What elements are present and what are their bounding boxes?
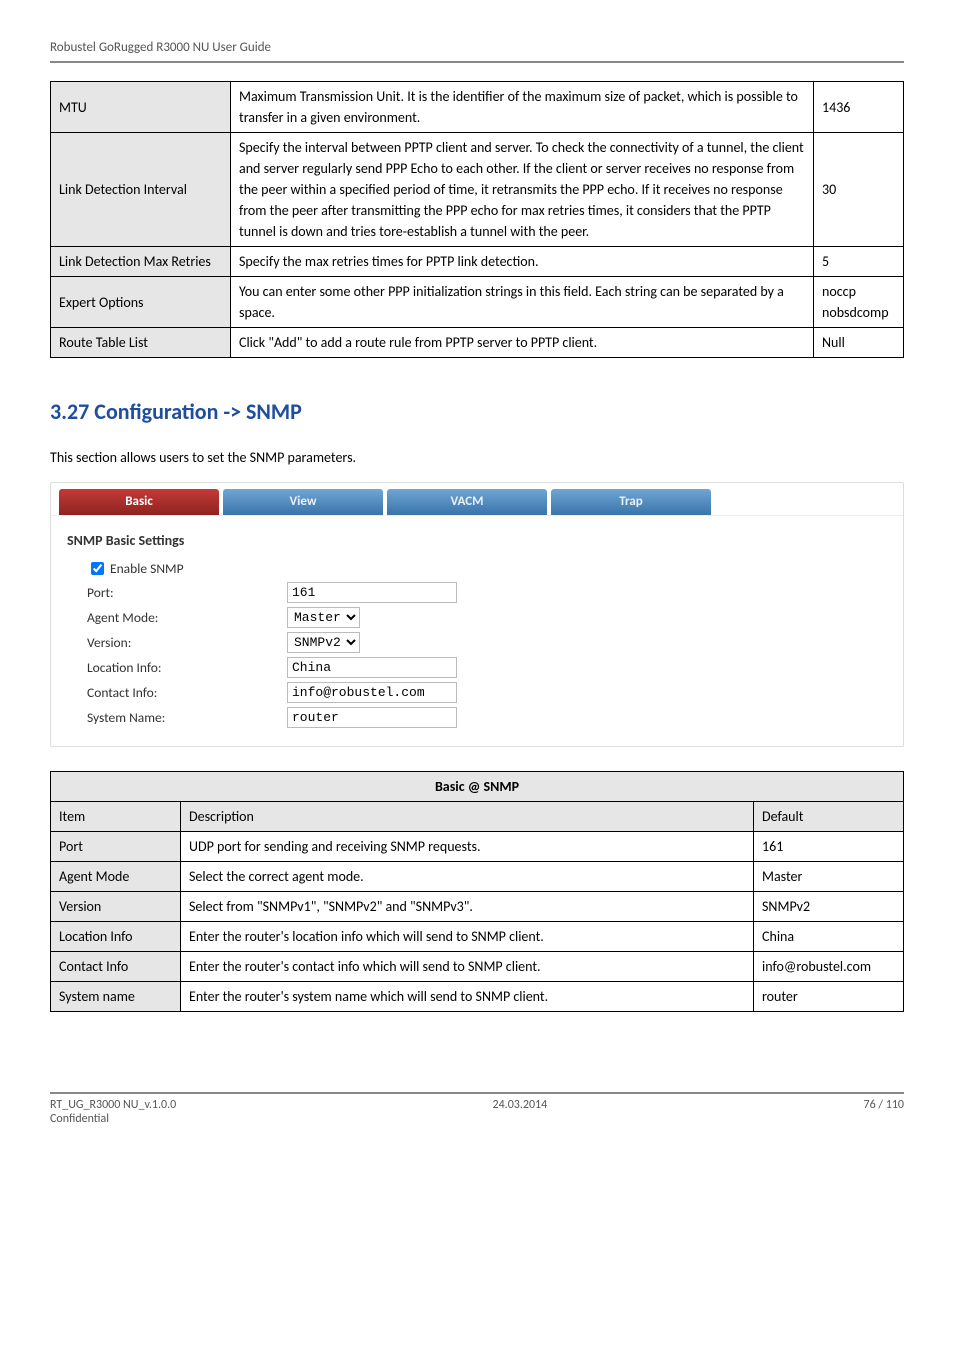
header-rule	[50, 61, 904, 63]
table-row: Contact Info Enter the router's contact …	[51, 952, 904, 982]
cell-desc: Specify the interval between PPTP client…	[231, 133, 814, 247]
header-default: Default	[754, 802, 904, 832]
cell-name: MTU	[51, 82, 231, 133]
cell-default: China	[754, 922, 904, 952]
cell-default: Null	[814, 328, 904, 358]
location-input[interactable]	[287, 657, 457, 678]
cell-desc: Enter the router's system name which wil…	[181, 982, 754, 1012]
footer-confidential: Confidential	[50, 1112, 904, 1126]
cell-desc: UDP port for sending and receiving SNMP …	[181, 832, 754, 862]
table-row: MTU Maximum Transmission Unit. It is the…	[51, 82, 904, 133]
contact-row: Contact Info:	[87, 682, 887, 703]
footer-center: 24.03.2014	[176, 1098, 863, 1112]
panel-heading: SNMP Basic Settings	[67, 532, 887, 549]
enable-snmp-checkbox[interactable]	[91, 562, 104, 575]
cell-default: noccp nobsdcomp	[814, 277, 904, 328]
cell-name: Route Table List	[51, 328, 231, 358]
table-row: Expert Options You can enter some other …	[51, 277, 904, 328]
version-row: Version: SNMPv2	[87, 632, 887, 653]
cell-name: Link Detection Interval	[51, 133, 231, 247]
tab-row: Basic View VACM Trap	[51, 483, 903, 515]
agent-mode-select[interactable]: Master	[287, 607, 360, 628]
footer-right: 76 / 110	[864, 1098, 904, 1112]
agent-mode-label: Agent Mode:	[87, 609, 287, 626]
tab-basic[interactable]: Basic	[59, 489, 219, 515]
cell-desc: Maximum Transmission Unit. It is the ide…	[231, 82, 814, 133]
version-select[interactable]: SNMPv2	[287, 632, 360, 653]
panel-body: SNMP Basic Settings Enable SNMP Port: Ag…	[51, 515, 903, 746]
cell-desc: You can enter some other PPP initializat…	[231, 277, 814, 328]
footer-row: RT_UG_R3000 NU_v.1.0.0 24.03.2014 76 / 1…	[50, 1098, 904, 1112]
table-row: Link Detection Interval Specify the inte…	[51, 133, 904, 247]
cell-item: Version	[51, 892, 181, 922]
table-row: Agent Mode Select the correct agent mode…	[51, 862, 904, 892]
cell-item: Port	[51, 832, 181, 862]
system-name-row: System Name:	[87, 707, 887, 728]
table-row: Link Detection Max Retries Specify the m…	[51, 247, 904, 277]
tab-view[interactable]: View	[223, 489, 383, 515]
contact-label: Contact Info:	[87, 684, 287, 701]
table-title: Basic @ SNMP	[51, 772, 904, 802]
cell-item: Contact Info	[51, 952, 181, 982]
version-label: Version:	[87, 634, 287, 651]
table-row: Location Info Enter the router's locatio…	[51, 922, 904, 952]
section-title: 3.27 Configuration -> SNMP	[50, 398, 904, 425]
page-header: Robustel GoRugged R3000 NU User Guide	[50, 40, 904, 55]
snmp-panel: Basic View VACM Trap SNMP Basic Settings…	[50, 482, 904, 747]
cell-default: 161	[754, 832, 904, 862]
cell-item: Location Info	[51, 922, 181, 952]
cell-default: info@robustel.com	[754, 952, 904, 982]
system-name-input[interactable]	[287, 707, 457, 728]
port-label: Port:	[87, 584, 287, 601]
cell-default: 30	[814, 133, 904, 247]
cell-item: Agent Mode	[51, 862, 181, 892]
tab-trap[interactable]: Trap	[551, 489, 711, 515]
table-row: System name Enter the router's system na…	[51, 982, 904, 1012]
enable-snmp-row: Enable SNMP	[87, 559, 887, 578]
cell-item: System name	[51, 982, 181, 1012]
cell-name: Expert Options	[51, 277, 231, 328]
cell-default: 5	[814, 247, 904, 277]
cell-desc: Click "Add" to add a route rule from PPT…	[231, 328, 814, 358]
cell-desc: Select the correct agent mode.	[181, 862, 754, 892]
tab-vacm[interactable]: VACM	[387, 489, 547, 515]
section-intro: This section allows users to set the SNM…	[50, 449, 904, 466]
table-row: Version Select from "SNMPv1", "SNMPv2" a…	[51, 892, 904, 922]
location-row: Location Info:	[87, 657, 887, 678]
cell-desc: Enter the router's location info which w…	[181, 922, 754, 952]
pptp-settings-table: MTU Maximum Transmission Unit. It is the…	[50, 81, 904, 358]
table-row: Port UDP port for sending and receiving …	[51, 832, 904, 862]
enable-snmp-label: Enable SNMP	[110, 560, 184, 577]
header-item: Item	[51, 802, 181, 832]
table-header-row: Item Description Default	[51, 802, 904, 832]
cell-name: Link Detection Max Retries	[51, 247, 231, 277]
basic-snmp-table: Basic @ SNMP Item Description Default Po…	[50, 771, 904, 1012]
port-input[interactable]	[287, 582, 457, 603]
cell-desc: Select from "SNMPv1", "SNMPv2" and "SNMP…	[181, 892, 754, 922]
port-row: Port:	[87, 582, 887, 603]
agent-mode-row: Agent Mode: Master	[87, 607, 887, 628]
system-name-label: System Name:	[87, 709, 287, 726]
table-title-row: Basic @ SNMP	[51, 772, 904, 802]
cell-desc: Enter the router's contact info which wi…	[181, 952, 754, 982]
cell-desc: Specify the max retries times for PPTP l…	[231, 247, 814, 277]
table-row: Route Table List Click "Add" to add a ro…	[51, 328, 904, 358]
footer-left: RT_UG_R3000 NU_v.1.0.0	[50, 1098, 176, 1112]
location-label: Location Info:	[87, 659, 287, 676]
footer-rule	[50, 1092, 904, 1094]
header-desc: Description	[181, 802, 754, 832]
cell-default: Master	[754, 862, 904, 892]
cell-default: router	[754, 982, 904, 1012]
cell-default: SNMPv2	[754, 892, 904, 922]
cell-default: 1436	[814, 82, 904, 133]
contact-input[interactable]	[287, 682, 457, 703]
